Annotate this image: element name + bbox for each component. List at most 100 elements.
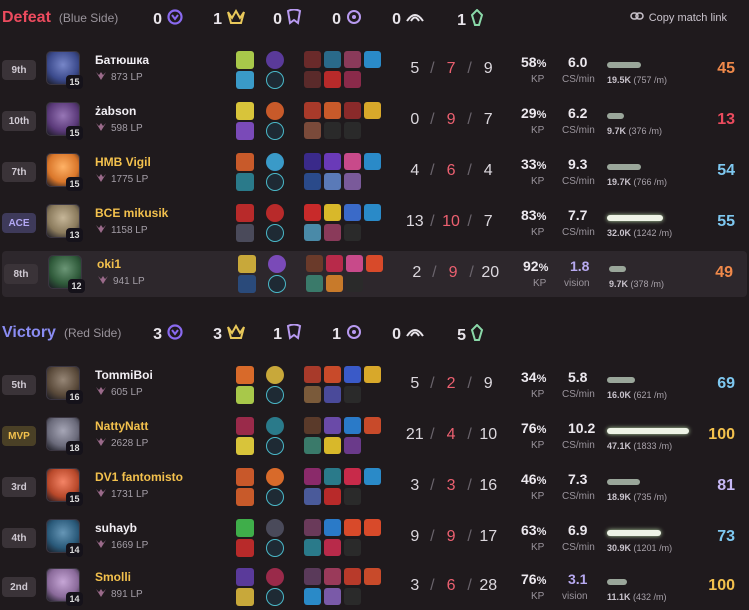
- item-slot[interactable]: [306, 255, 323, 272]
- item-slot[interactable]: [324, 437, 341, 454]
- player-row[interactable]: MVP 18 NattyNatt 2628 LP 21 / 4 / 10 76%…: [0, 413, 749, 459]
- item-slot[interactable]: [344, 568, 361, 585]
- performance-score: 100: [708, 577, 735, 594]
- player-row[interactable]: 3rd 15 DV1 fantomisto 1731 LP 3 / 3 / 16…: [0, 464, 749, 510]
- item-slot[interactable]: [304, 588, 321, 605]
- herald-count: 1: [268, 323, 302, 345]
- item-slot[interactable]: [324, 71, 341, 88]
- player-row[interactable]: ACE 13 BCE mikusik 1158 LP 13 / 10 / 7 8…: [0, 200, 749, 246]
- item-slot[interactable]: [364, 204, 381, 221]
- item-slot[interactable]: [364, 568, 381, 585]
- kill-participation: 34%: [521, 369, 546, 385]
- item-slot[interactable]: [324, 102, 341, 119]
- summoner-name[interactable]: NattyNatt: [95, 419, 148, 433]
- item-slot[interactable]: [344, 488, 361, 505]
- player-row[interactable]: 8th 12 oki1 941 LP 2 / 9 / 20 92% KP 1.8…: [2, 251, 747, 297]
- player-row[interactable]: 10th 15 żabson 598 LP 0 / 9 / 7 29% KP 6…: [0, 98, 749, 144]
- item-slot[interactable]: [326, 255, 343, 272]
- item-slot[interactable]: [344, 102, 361, 119]
- item-slot[interactable]: [304, 102, 321, 119]
- damage-dealt: 32.0K (1242 /m): [607, 228, 672, 238]
- kills: 3: [410, 477, 420, 494]
- item-slot[interactable]: [324, 366, 341, 383]
- item-slot[interactable]: [346, 275, 363, 292]
- summoner-name[interactable]: żabson: [95, 104, 136, 118]
- summoner-name[interactable]: Smolli: [95, 570, 131, 584]
- item-slot[interactable]: [364, 417, 381, 434]
- player-row[interactable]: 5th 16 TommiBoi 605 LP 5 / 2 / 9 34% KP …: [0, 362, 749, 408]
- summoner-name[interactable]: BCE mikusik: [95, 206, 168, 220]
- item-slot[interactable]: [304, 204, 321, 221]
- summoner-name[interactable]: HMB Vigil: [95, 155, 151, 169]
- item-slot[interactable]: [346, 255, 363, 272]
- item-slot[interactable]: [304, 417, 321, 434]
- item-slot[interactable]: [364, 468, 381, 485]
- item-slot[interactable]: [344, 71, 361, 88]
- item-slot[interactable]: [306, 275, 323, 292]
- item-slot[interactable]: [324, 173, 341, 190]
- item-slot[interactable]: [324, 224, 341, 241]
- item-slot[interactable]: [364, 102, 381, 119]
- player-row[interactable]: 9th 15 Батюшка 873 LP 5 / 7 / 9 58% KP 6…: [0, 47, 749, 93]
- item-slot[interactable]: [324, 51, 341, 68]
- item-slot[interactable]: [364, 366, 381, 383]
- assists: 17: [479, 528, 498, 545]
- item-slot[interactable]: [304, 519, 321, 536]
- item-slot[interactable]: [304, 153, 321, 170]
- item-slot[interactable]: [364, 519, 381, 536]
- item-slot[interactable]: [344, 386, 361, 403]
- summoner-name[interactable]: DV1 fantomisto: [95, 470, 183, 484]
- item-slot[interactable]: [344, 519, 361, 536]
- item-slot[interactable]: [304, 468, 321, 485]
- item-slot[interactable]: [324, 519, 341, 536]
- player-row[interactable]: 7th 15 HMB Vigil 1775 LP 4 / 6 / 4 33% K…: [0, 149, 749, 195]
- item-slot[interactable]: [344, 224, 361, 241]
- rank-info: 605 LP: [95, 386, 143, 399]
- item-slot[interactable]: [304, 488, 321, 505]
- summoner-name[interactable]: suhayb: [95, 521, 137, 535]
- item-slot[interactable]: [344, 588, 361, 605]
- item-slot[interactable]: [324, 153, 341, 170]
- placement-badge: 3rd: [2, 477, 36, 497]
- item-slot[interactable]: [364, 153, 381, 170]
- item-slot[interactable]: [344, 417, 361, 434]
- item-slot[interactable]: [304, 224, 321, 241]
- item-slot[interactable]: [304, 173, 321, 190]
- item-slot[interactable]: [324, 568, 341, 585]
- player-row[interactable]: 4th 14 suhayb 1669 LP 9 / 9 / 17 63% KP …: [0, 515, 749, 561]
- item-slot[interactable]: [324, 386, 341, 403]
- item-slot[interactable]: [344, 173, 361, 190]
- item-slot[interactable]: [324, 204, 341, 221]
- item-slot[interactable]: [344, 153, 361, 170]
- item-slot[interactable]: [344, 204, 361, 221]
- item-slot[interactable]: [304, 437, 321, 454]
- item-slot[interactable]: [344, 539, 361, 556]
- item-slot[interactable]: [304, 122, 321, 139]
- item-slot[interactable]: [344, 122, 361, 139]
- item-slot[interactable]: [344, 51, 361, 68]
- item-slot[interactable]: [304, 386, 321, 403]
- item-slot[interactable]: [326, 275, 343, 292]
- item-slot[interactable]: [324, 588, 341, 605]
- item-slot[interactable]: [304, 568, 321, 585]
- player-row[interactable]: 2nd 14 Smolli 891 LP 3 / 6 / 28 76% KP 3…: [0, 564, 749, 610]
- item-slot[interactable]: [324, 539, 341, 556]
- item-slot[interactable]: [344, 468, 361, 485]
- item-slot[interactable]: [366, 255, 383, 272]
- summoner-name[interactable]: oki1: [97, 257, 121, 271]
- item-slot[interactable]: [304, 71, 321, 88]
- item-slot[interactable]: [304, 366, 321, 383]
- item-slot[interactable]: [324, 122, 341, 139]
- item-slot[interactable]: [304, 539, 321, 556]
- item-slot[interactable]: [364, 51, 381, 68]
- item-slot[interactable]: [324, 468, 341, 485]
- item-slot[interactable]: [344, 366, 361, 383]
- copy-match-link-button[interactable]: Copy match link: [629, 11, 727, 24]
- item-slot[interactable]: [344, 437, 361, 454]
- rank-emblem-icon: [95, 488, 107, 501]
- item-slot[interactable]: [324, 417, 341, 434]
- item-slot[interactable]: [324, 488, 341, 505]
- summoner-name[interactable]: Батюшка: [95, 53, 149, 67]
- item-slot[interactable]: [304, 51, 321, 68]
- summoner-name[interactable]: TommiBoi: [95, 368, 153, 382]
